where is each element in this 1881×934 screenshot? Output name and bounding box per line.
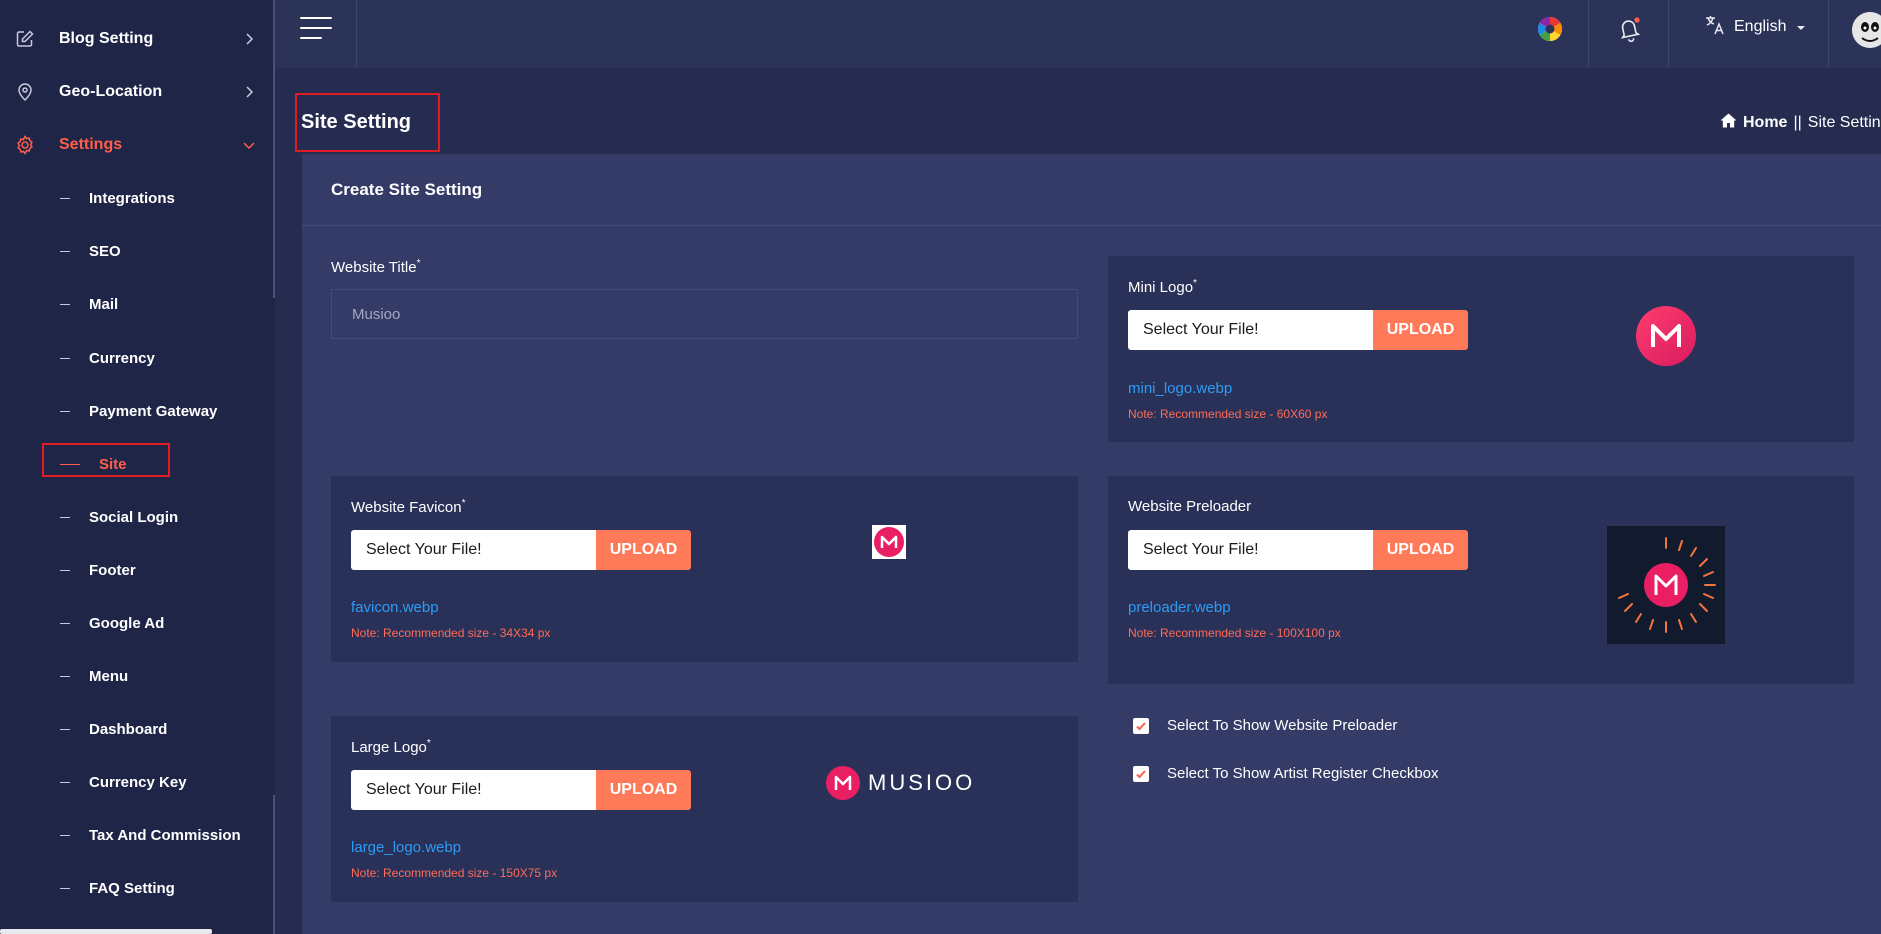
- favicon-file-link[interactable]: favicon.webp: [351, 599, 439, 616]
- show-artist-register-checkbox-row[interactable]: Select To Show Artist Register Checkbox: [1133, 765, 1439, 782]
- language-label: English: [1734, 18, 1787, 35]
- card-header: [302, 154, 1881, 226]
- mini-logo-note: Note: Recommended size - 60X60 px: [1128, 407, 1328, 421]
- preloader-file-input[interactable]: Select Your File! UPLOAD: [1128, 530, 1468, 570]
- sidebar-scrollbar-lower[interactable]: [273, 795, 275, 934]
- website-title-input[interactable]: [331, 289, 1078, 339]
- translate-icon: [1704, 14, 1726, 41]
- preloader-select-file[interactable]: Select Your File!: [1128, 530, 1373, 570]
- favicon-label: Website Favicon*: [351, 498, 466, 516]
- mini-logo-select-file[interactable]: Select Your File!: [1128, 310, 1373, 350]
- location-pin-icon: [14, 81, 36, 103]
- preloader-note: Note: Recommended size - 100X100 px: [1128, 626, 1341, 640]
- chevron-right-icon: [242, 85, 256, 99]
- sidebar-item-blog-setting[interactable]: Blog Setting: [0, 19, 260, 59]
- preloader-upload-button[interactable]: UPLOAD: [1373, 530, 1468, 570]
- favicon-file-input[interactable]: Select Your File! UPLOAD: [351, 530, 691, 570]
- mini-logo-file-link[interactable]: mini_logo.webp: [1128, 380, 1232, 397]
- preloader-preview: [1607, 526, 1725, 644]
- caret-down-icon: [1796, 18, 1806, 36]
- sidebar-sub-item-payment-gateway[interactable]: Payment Gateway: [0, 393, 260, 429]
- sidebar-sub-item-tax-and-commission[interactable]: Tax And Commission: [0, 817, 260, 853]
- preloader-label: Website Preloader: [1128, 498, 1252, 515]
- sidebar-sub-item-seo[interactable]: SEO: [0, 233, 260, 269]
- favicon-preview: [872, 525, 906, 559]
- bell-notification-icon[interactable]: [1614, 14, 1644, 49]
- sidebar-sub-item-dashboard[interactable]: Dashboard: [0, 711, 260, 747]
- sidebar-sub-item-faq-setting[interactable]: FAQ Setting: [0, 870, 260, 906]
- mini-logo-label: Mini Logo*: [1128, 278, 1197, 296]
- sidebar-sub-item-currency-key[interactable]: Currency Key: [0, 764, 260, 800]
- show-preloader-label: Select To Show Website Preloader: [1167, 717, 1398, 734]
- color-palette-icon[interactable]: [1537, 16, 1563, 47]
- favicon-select-file[interactable]: Select Your File!: [351, 530, 596, 570]
- sidebar-sub-item-menu[interactable]: Menu: [0, 658, 260, 694]
- sidebar-item-geo-location[interactable]: Geo-Location: [0, 72, 260, 112]
- mini-logo-upload-button[interactable]: UPLOAD: [1373, 310, 1468, 350]
- sidebar-sub-item-integrations[interactable]: Integrations: [0, 180, 260, 216]
- sidebar-item-label: Settings: [59, 136, 123, 153]
- breadcrumb-separator: ||: [1793, 114, 1802, 131]
- sidebar-sub-item-currency[interactable]: Currency: [0, 340, 260, 376]
- large-logo-preview: MUSIOO: [826, 766, 975, 800]
- breadcrumb-current: Site Setting: [1807, 114, 1881, 131]
- chevron-down-icon: [242, 138, 256, 152]
- edit-icon: [14, 28, 36, 50]
- website-title-label: Website Title*: [331, 258, 421, 276]
- sidebar-item-settings[interactable]: Settings: [0, 125, 260, 165]
- favicon-upload-button[interactable]: UPLOAD: [596, 530, 691, 570]
- sidebar-horizontal-scrollbar[interactable]: [0, 929, 212, 934]
- preloader-file-link[interactable]: preloader.webp: [1128, 599, 1231, 616]
- show-preloader-checkbox-row[interactable]: Select To Show Website Preloader: [1133, 717, 1397, 734]
- large-logo-upload-button[interactable]: UPLOAD: [596, 770, 691, 810]
- large-logo-file-input[interactable]: Select Your File! UPLOAD: [351, 770, 691, 810]
- show-artist-register-label: Select To Show Artist Register Checkbox: [1167, 765, 1439, 782]
- mini-logo-preview: [1636, 306, 1696, 371]
- large-logo-select-file[interactable]: Select Your File!: [351, 770, 596, 810]
- home-icon[interactable]: [1720, 113, 1737, 133]
- sidebar-sub-item-google-ad[interactable]: Google Ad: [0, 605, 260, 641]
- sidebar-item-label: Geo-Location: [59, 83, 163, 100]
- language-selector[interactable]: English: [1704, 14, 1806, 41]
- sidebar-sub-item-footer[interactable]: Footer: [0, 552, 260, 588]
- hamburger-menu-icon[interactable]: [300, 17, 332, 39]
- sidebar-item-label: Blog Setting: [59, 30, 154, 47]
- favicon-note: Note: Recommended size - 34X34 px: [351, 626, 551, 640]
- show-artist-register-checkbox[interactable]: [1133, 765, 1149, 782]
- sidebar-sub-item-mail[interactable]: Mail: [0, 286, 260, 322]
- large-logo-brand-text: MUSIOO: [868, 770, 976, 795]
- page-title-highlight: [295, 93, 440, 152]
- chevron-right-icon: [242, 32, 256, 46]
- large-logo-file-link[interactable]: large_logo.webp: [351, 839, 461, 856]
- card-title: Create Site Setting: [331, 180, 483, 199]
- avatar[interactable]: [1852, 12, 1881, 48]
- large-logo-note: Note: Recommended size - 150X75 px: [351, 866, 558, 880]
- mini-logo-file-input[interactable]: Select Your File! UPLOAD: [1128, 310, 1468, 350]
- show-preloader-checkbox[interactable]: [1133, 717, 1149, 734]
- large-logo-label: Large Logo*: [351, 738, 431, 756]
- sidebar-sub-item-social-login[interactable]: Social Login: [0, 499, 260, 535]
- breadcrumb-home-link[interactable]: Home: [1743, 114, 1787, 132]
- gear-icon: [14, 134, 36, 156]
- sidebar-site-highlight: [42, 443, 170, 477]
- breadcrumb: Home || Site Setting: [1720, 113, 1881, 133]
